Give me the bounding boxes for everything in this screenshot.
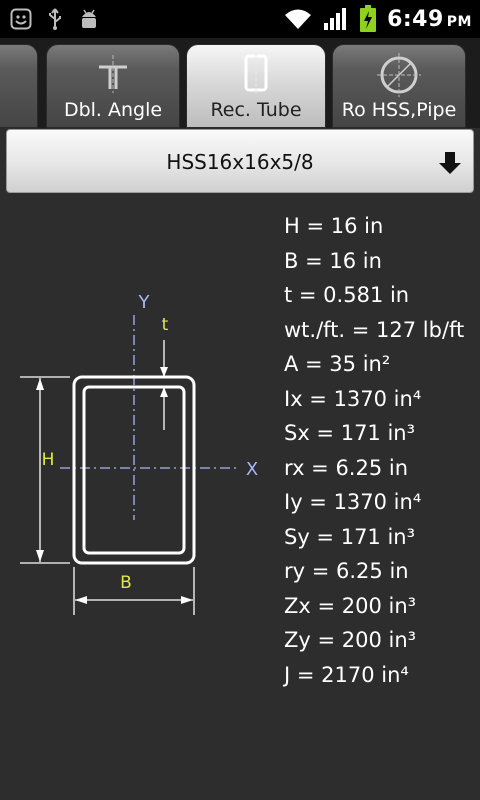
smiley-icon bbox=[10, 8, 32, 30]
signal-icon bbox=[324, 8, 347, 30]
property-sx: Sx = 171 in³ bbox=[284, 421, 416, 445]
status-right-icons: 6:49 PM bbox=[283, 4, 472, 34]
usb-icon bbox=[49, 8, 61, 30]
property-j: J = 2170 in⁴ bbox=[284, 662, 409, 687]
property-ix: Ix = 1370 in⁴ bbox=[284, 386, 422, 411]
battery-charging-icon bbox=[360, 5, 377, 32]
property-weight: wt./ft. = 127 lb/ft bbox=[284, 317, 465, 342]
shape-tab-bar: Dbl. Angle Rec. Tube Ro HSS,Pipe bbox=[0, 38, 480, 128]
tab-label: Dbl. Angle bbox=[63, 99, 163, 121]
width-label: B bbox=[120, 573, 132, 593]
tab-rec-tube[interactable]: Rec. Tube bbox=[186, 44, 326, 128]
x-axis-label: X bbox=[246, 459, 258, 480]
height-label: H bbox=[42, 450, 55, 470]
property-iy: Iy = 1370 in⁴ bbox=[284, 490, 422, 514]
property-zy: Zy = 200 in³ bbox=[284, 628, 417, 652]
property-rx: rx = 6.25 in bbox=[284, 455, 409, 480]
tab-partial-left[interactable] bbox=[0, 44, 38, 128]
section-diagram: Y X t H B bbox=[20, 292, 258, 615]
tab-double-angle[interactable]: Dbl. Angle bbox=[46, 44, 180, 128]
double-angle-icon bbox=[99, 55, 127, 93]
property-h: H = 16 in bbox=[284, 214, 384, 238]
tab-label: Rec. Tube bbox=[210, 99, 302, 121]
thickness-label: t bbox=[162, 315, 169, 335]
status-left-icons bbox=[10, 6, 100, 32]
property-b: B = 16 in bbox=[284, 248, 382, 273]
tab-label: Ro HSS,Pipe bbox=[341, 99, 457, 121]
property-zx: Zx = 200 in³ bbox=[284, 593, 417, 618]
property-ry: ry = 6.25 in bbox=[284, 559, 409, 583]
status-bar: 6:49 PM bbox=[0, 0, 480, 38]
section-size-dropdown[interactable]: HSS16x16x5/8 bbox=[6, 129, 474, 193]
y-axis-label: Y bbox=[138, 292, 151, 313]
section-size-value: HSS16x16x5/8 bbox=[166, 150, 314, 174]
android-debug-icon bbox=[82, 9, 96, 28]
arrow-down-icon bbox=[439, 152, 461, 174]
property-sy: Sy = 171 in³ bbox=[284, 524, 416, 549]
clock: 6:49 PM bbox=[387, 6, 472, 32]
rect-tube-icon bbox=[244, 53, 268, 95]
property-area: A = 35 in² bbox=[284, 352, 391, 376]
round-pipe-icon bbox=[377, 53, 421, 97]
section-properties-list: H = 16 in B = 16 in t = 0.581 in wt./ft.… bbox=[284, 209, 480, 692]
tab-round-hss-pipe[interactable]: Ro HSS,Pipe bbox=[332, 44, 466, 128]
wifi-icon bbox=[285, 9, 312, 29]
property-t: t = 0.581 in bbox=[284, 283, 410, 307]
